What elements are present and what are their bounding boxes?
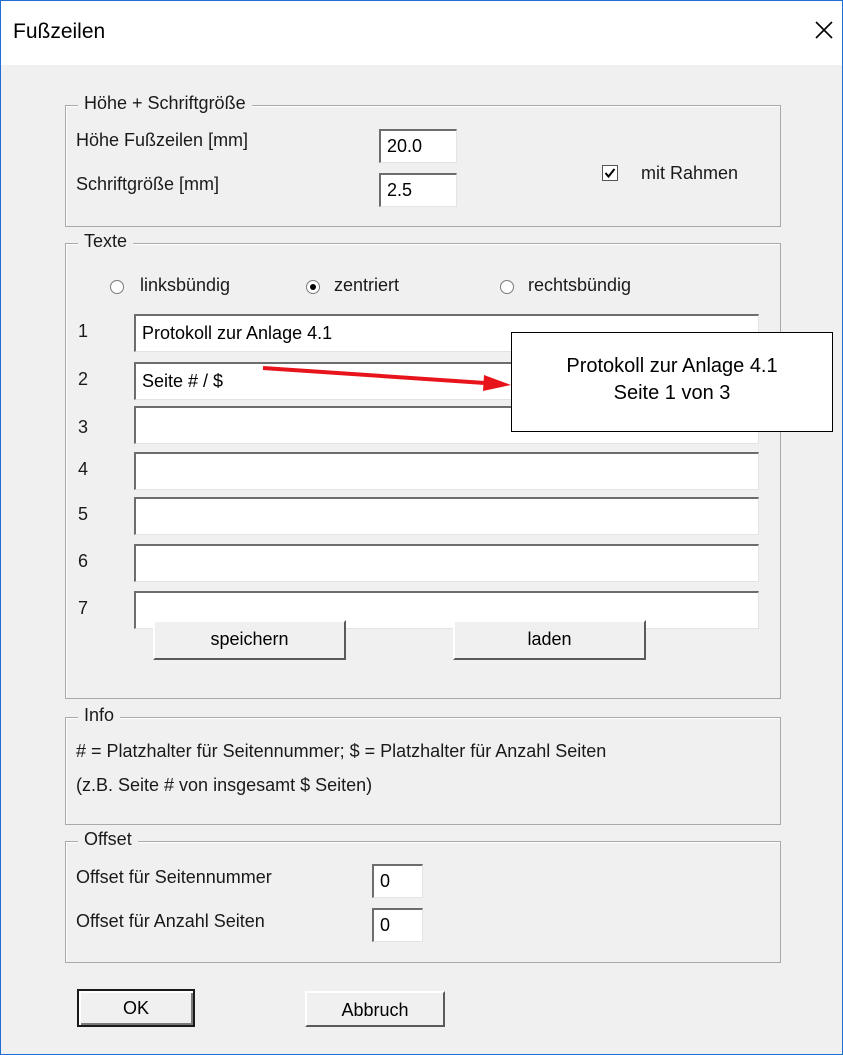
title-bar: Fußzeilen: [1, 1, 842, 65]
offset-count-input[interactable]: [372, 908, 423, 942]
cancel-button[interactable]: Abbruch: [305, 991, 445, 1027]
line-number-2: 2: [78, 369, 89, 389]
radio-label-linksbuendig: linksbündig: [140, 275, 231, 295]
font-size-input[interactable]: [379, 173, 457, 207]
callout-line-2: Seite 1 von 3: [613, 382, 731, 404]
group-info-legend: Info: [78, 705, 121, 726]
group-offset-legend: Offset: [78, 829, 138, 850]
line-number-3: 3: [78, 417, 89, 437]
info-line-2: (z.B. Seite # von insgesamt $ Seiten): [76, 775, 373, 795]
height-input[interactable]: [379, 129, 457, 163]
line-number-7: 7: [78, 598, 89, 618]
frame-checkbox[interactable]: [602, 165, 618, 181]
checkmark-icon: [604, 168, 616, 179]
radio-rechtsbuendig[interactable]: [500, 280, 514, 294]
load-button[interactable]: laden: [453, 620, 646, 660]
save-button[interactable]: speichern: [153, 620, 346, 660]
line-number-1: 1: [78, 321, 89, 341]
close-icon[interactable]: [809, 15, 839, 45]
offset-count-label: Offset für Anzahl Seiten: [76, 911, 265, 931]
offset-page-input[interactable]: [372, 864, 423, 898]
window-title: Fußzeilen: [13, 20, 106, 43]
line-number-6: 6: [78, 551, 89, 571]
height-label: Höhe Fußzeilen [mm]: [76, 130, 249, 150]
radio-linksbuendig[interactable]: [110, 280, 124, 294]
radio-zentriert[interactable]: [306, 280, 320, 294]
text-line-5-input[interactable]: [134, 497, 759, 535]
line-number-4: 4: [78, 459, 89, 479]
preview-callout: Protokoll zur Anlage 4.1 Seite 1 von 3: [511, 332, 833, 432]
info-line-1: # = Platzhalter für Seitennummer; $ = Pl…: [76, 741, 607, 761]
frame-label: mit Rahmen: [641, 163, 739, 183]
group-info: Info: [65, 705, 781, 825]
group-offset: Offset: [65, 829, 781, 963]
line-number-5: 5: [78, 504, 89, 524]
font-size-label: Schriftgröße [mm]: [76, 174, 220, 194]
group-hoehe-legend: Höhe + Schriftgröße: [78, 93, 252, 114]
callout-line-1: Protokoll zur Anlage 4.1: [566, 355, 778, 377]
radio-label-rechtsbuendig: rechtsbündig: [528, 275, 632, 295]
radio-label-zentriert: zentriert: [334, 275, 400, 295]
offset-page-label: Offset für Seitennummer: [76, 867, 272, 887]
text-line-6-input[interactable]: [134, 544, 759, 582]
text-line-4-input[interactable]: [134, 452, 759, 490]
group-texte-legend: Texte: [78, 231, 134, 252]
dialog-window: Fußzeilen Höhe + Schriftgröße Höhe Fußze…: [0, 0, 843, 1055]
ok-button[interactable]: OK: [77, 989, 195, 1027]
